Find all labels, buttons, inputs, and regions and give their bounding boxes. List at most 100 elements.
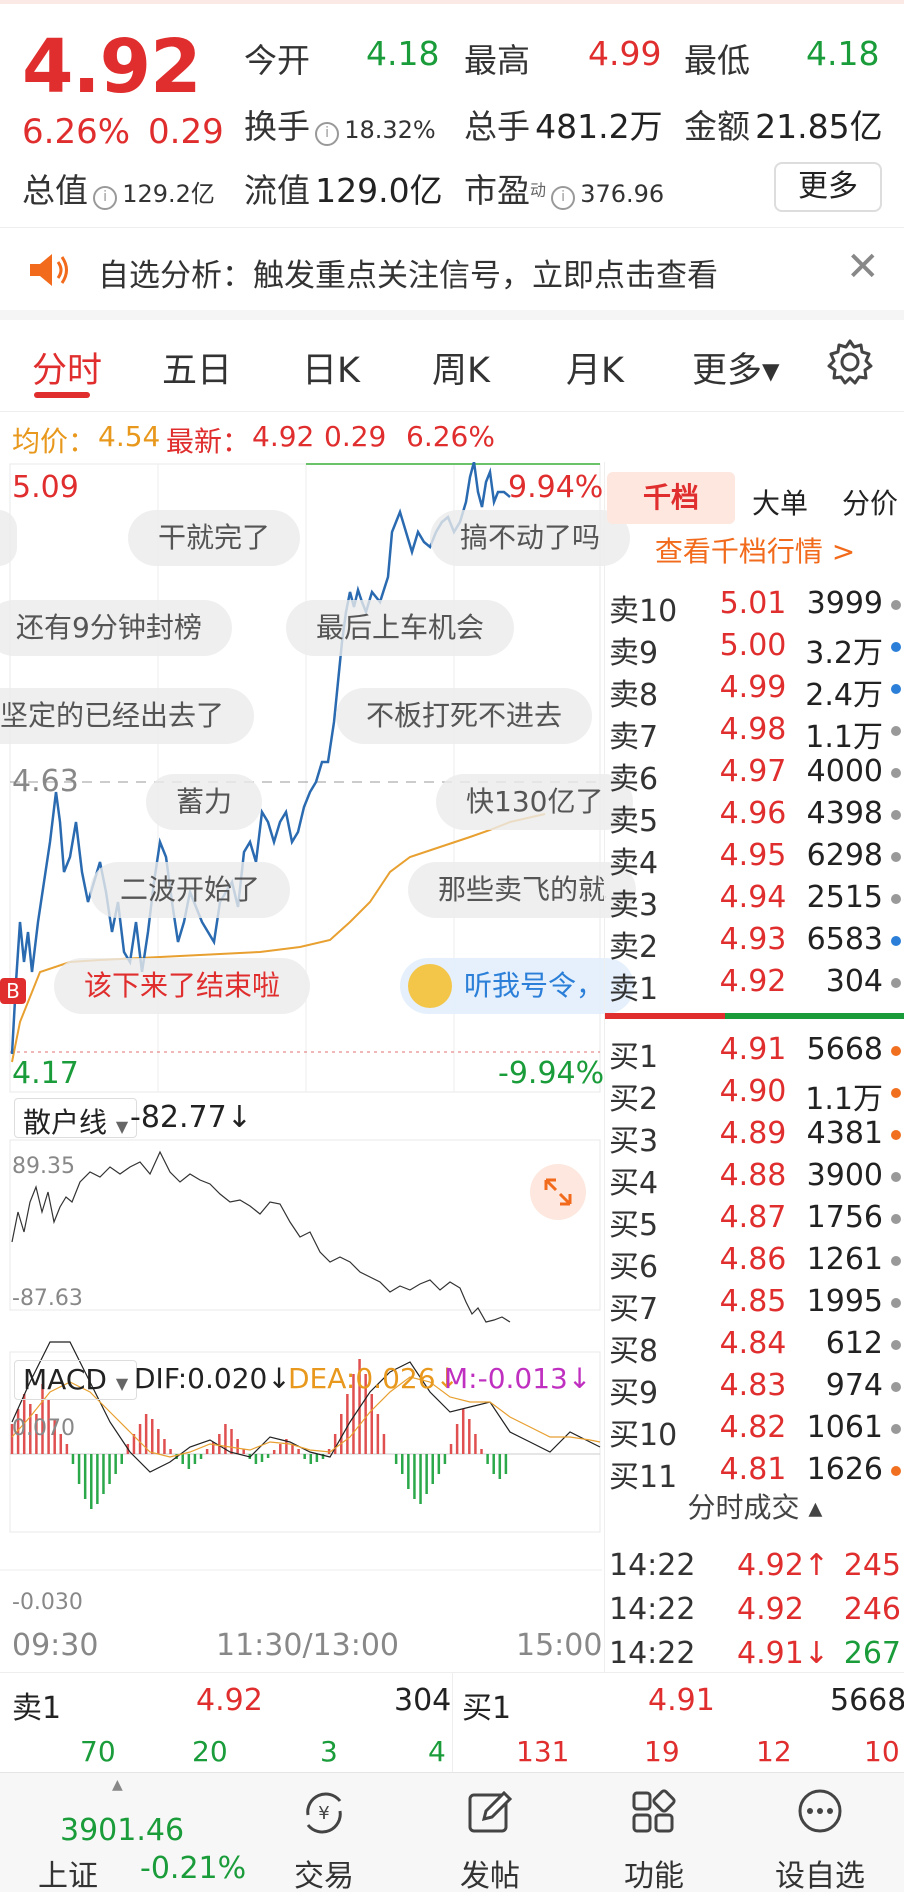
- thousand-link[interactable]: 查看千档行情 >: [605, 530, 904, 570]
- level-volume: 1261: [806, 1242, 883, 1277]
- status-dot: [891, 1298, 901, 1308]
- comment-bubble[interactable]: 最后上车机会: [286, 600, 515, 656]
- order-book-row[interactable]: 买6 4.86 1261: [605, 1242, 904, 1285]
- info-icon[interactable]: i: [551, 185, 576, 210]
- order-book-row[interactable]: 买3 4.89 4381: [605, 1116, 904, 1159]
- tab-daily-k[interactable]: 日K: [302, 342, 360, 393]
- tab-thousand[interactable]: 千档: [607, 472, 735, 524]
- order-book-row[interactable]: 买8 4.84 612: [605, 1326, 904, 1369]
- status-dot: [891, 1466, 901, 1476]
- order-book-row[interactable]: 卖2 4.93 6583: [605, 922, 904, 965]
- amount-label: 金额: [684, 107, 750, 146]
- comment-bubble[interactable]: 干就完了: [128, 510, 301, 566]
- order-book-row[interactable]: 买1 4.91 5668: [605, 1032, 904, 1075]
- nav-functions[interactable]: 功能: [594, 1773, 714, 1892]
- chevron-down-icon: ▼: [115, 1374, 129, 1393]
- index-ticker[interactable]: ▲ 3901.46 上证 -0.21%: [0, 1773, 246, 1892]
- time-start: 09:30: [12, 1628, 99, 1663]
- comment-bubble[interactable]: 蓄力: [146, 774, 263, 830]
- index-value: 3901.46: [60, 1813, 185, 1848]
- order-book-row[interactable]: 买10 4.82 1061: [605, 1410, 904, 1453]
- order-book-row[interactable]: 卖9 5.00 3.2万: [605, 628, 904, 671]
- order-book-row[interactable]: 卖10 5.01 3999: [605, 586, 904, 629]
- status-dot: [891, 978, 901, 988]
- order-book-row[interactable]: 买7 4.85 1995: [605, 1284, 904, 1327]
- notice-bar[interactable]: 自选分析：触发重点关注信号，立即点击查看 ✕: [0, 228, 904, 320]
- order-book-row[interactable]: 卖5 4.96 4398: [605, 796, 904, 839]
- summary-sell-price: 4.92: [196, 1683, 263, 1718]
- order-book-row[interactable]: 买9 4.83 974: [605, 1368, 904, 1411]
- y-max-percent: 9.94%: [508, 470, 604, 505]
- nav-post[interactable]: 发帖: [430, 1773, 550, 1892]
- info-icon[interactable]: i: [93, 185, 118, 210]
- summary-buy-vol: 5668: [830, 1683, 904, 1718]
- level-price: 4.89: [719, 1116, 787, 1151]
- close-icon[interactable]: ✕: [846, 244, 880, 290]
- comment-bubble[interactable]: 搞不动了吗: [430, 510, 631, 566]
- tab-more[interactable]: 更多▾: [692, 342, 780, 393]
- order-book-row[interactable]: 卖6 4.97 4000: [605, 754, 904, 797]
- order-book-row[interactable]: 卖7 4.98 1.1万: [605, 712, 904, 755]
- summary-right-num: 10: [864, 1735, 900, 1768]
- tab-intraday[interactable]: 分时: [32, 342, 102, 393]
- change-percent: 6.26%: [22, 112, 131, 152]
- comment-bubble[interactable]: 二波开始了: [90, 862, 291, 918]
- order-book-row[interactable]: 卖8 4.99 2.4万: [605, 670, 904, 713]
- expand-icon[interactable]: [530, 1164, 586, 1220]
- comment-bubble[interactable]: 该下来了结束啦: [54, 958, 311, 1014]
- buy-marker[interactable]: B: [0, 978, 26, 1004]
- nav-trade[interactable]: ¥ 交易: [264, 1773, 384, 1892]
- nav-add-watchlist-label: 设自选: [775, 1859, 865, 1892]
- order-book-row[interactable]: 卖1 4.92 304: [605, 964, 904, 1007]
- level-price: 4.95: [719, 838, 787, 873]
- tick-row: 14:22 4.92↑ 245: [605, 1548, 904, 1590]
- status-dot: [891, 810, 901, 820]
- time-end: 15:00: [516, 1628, 603, 1663]
- order-book-row[interactable]: 买5 4.87 1756: [605, 1200, 904, 1243]
- latest-change: 0.29: [324, 420, 387, 453]
- nav-post-label: 发帖: [460, 1859, 520, 1892]
- comment-bubble[interactable]: 还有9分钟封榜: [0, 600, 232, 656]
- y-mid-label: 4.63: [12, 764, 79, 799]
- status-dot: [891, 726, 901, 736]
- edit-icon: [468, 1790, 513, 1833]
- summary-buy-label: 买1: [462, 1691, 512, 1726]
- ticks-header[interactable]: 分时成交 ▴: [605, 1486, 904, 1526]
- comment-bubble[interactable]: 坚定的已经出去了: [0, 688, 255, 744]
- status-dot: [891, 1172, 901, 1182]
- comment-bubble[interactable]: 不板打死不进去: [336, 688, 593, 744]
- status-dot: [891, 936, 901, 946]
- order-book-row[interactable]: 卖3 4.94 2515: [605, 880, 904, 923]
- nav-add-watchlist[interactable]: 设自选: [760, 1773, 880, 1892]
- level-volume: 6298: [806, 838, 883, 873]
- order-book-row[interactable]: 卖4 4.95 6298: [605, 838, 904, 881]
- retail-line-label: 散户线: [23, 1106, 108, 1139]
- bottom-navigation: ▲ 3901.46 上证 -0.21% ¥ 交易 发帖 功能 设自选: [0, 1772, 904, 1892]
- info-icon[interactable]: i: [315, 121, 340, 146]
- order-book-row[interactable]: 买2 4.90 1.1万: [605, 1074, 904, 1117]
- macd-selector[interactable]: MACD ▼: [14, 1360, 138, 1400]
- level-price: 4.86: [719, 1242, 787, 1277]
- macd-dea: DEA:0.026↓: [288, 1362, 459, 1395]
- level-volume: 5668: [806, 1032, 883, 1067]
- comment-bubble[interactable]: 听我号令，: [400, 958, 635, 1014]
- order-book-panel: 千档 大单 分价 查看千档行情 > 卖10 5.01 3999 卖9 5.00 3.2万卖…: [604, 462, 904, 1672]
- tab-five-day[interactable]: 五日: [162, 342, 232, 393]
- chevron-down-icon: ▼: [115, 1117, 129, 1136]
- grid-icon: [632, 1789, 676, 1833]
- low-value: 4.18: [806, 34, 880, 73]
- status-dot: [891, 894, 901, 904]
- high-value: 4.99: [588, 34, 662, 73]
- tab-monthly-k[interactable]: 月K: [566, 342, 624, 393]
- tab-price-dist[interactable]: 分价: [815, 482, 904, 522]
- level-volume: 4381: [806, 1116, 883, 1151]
- gear-icon[interactable]: [826, 338, 874, 386]
- comment-bubble[interactable]: 那些卖飞的就: [408, 862, 637, 918]
- order-book-row[interactable]: 买4 4.88 3900: [605, 1158, 904, 1201]
- tab-weekly-k[interactable]: 周K: [432, 342, 490, 393]
- intraday-chart-area[interactable]: 5.09 9.94% 4.63 4.17 -9.94% B 干就完了 搞不动了吗…: [0, 462, 637, 1672]
- retail-line-selector[interactable]: 散户线 ▼: [14, 1098, 138, 1139]
- more-button[interactable]: 更多: [774, 162, 882, 212]
- level-price: 4.93: [719, 922, 787, 957]
- level-label: 买5: [609, 1208, 659, 1243]
